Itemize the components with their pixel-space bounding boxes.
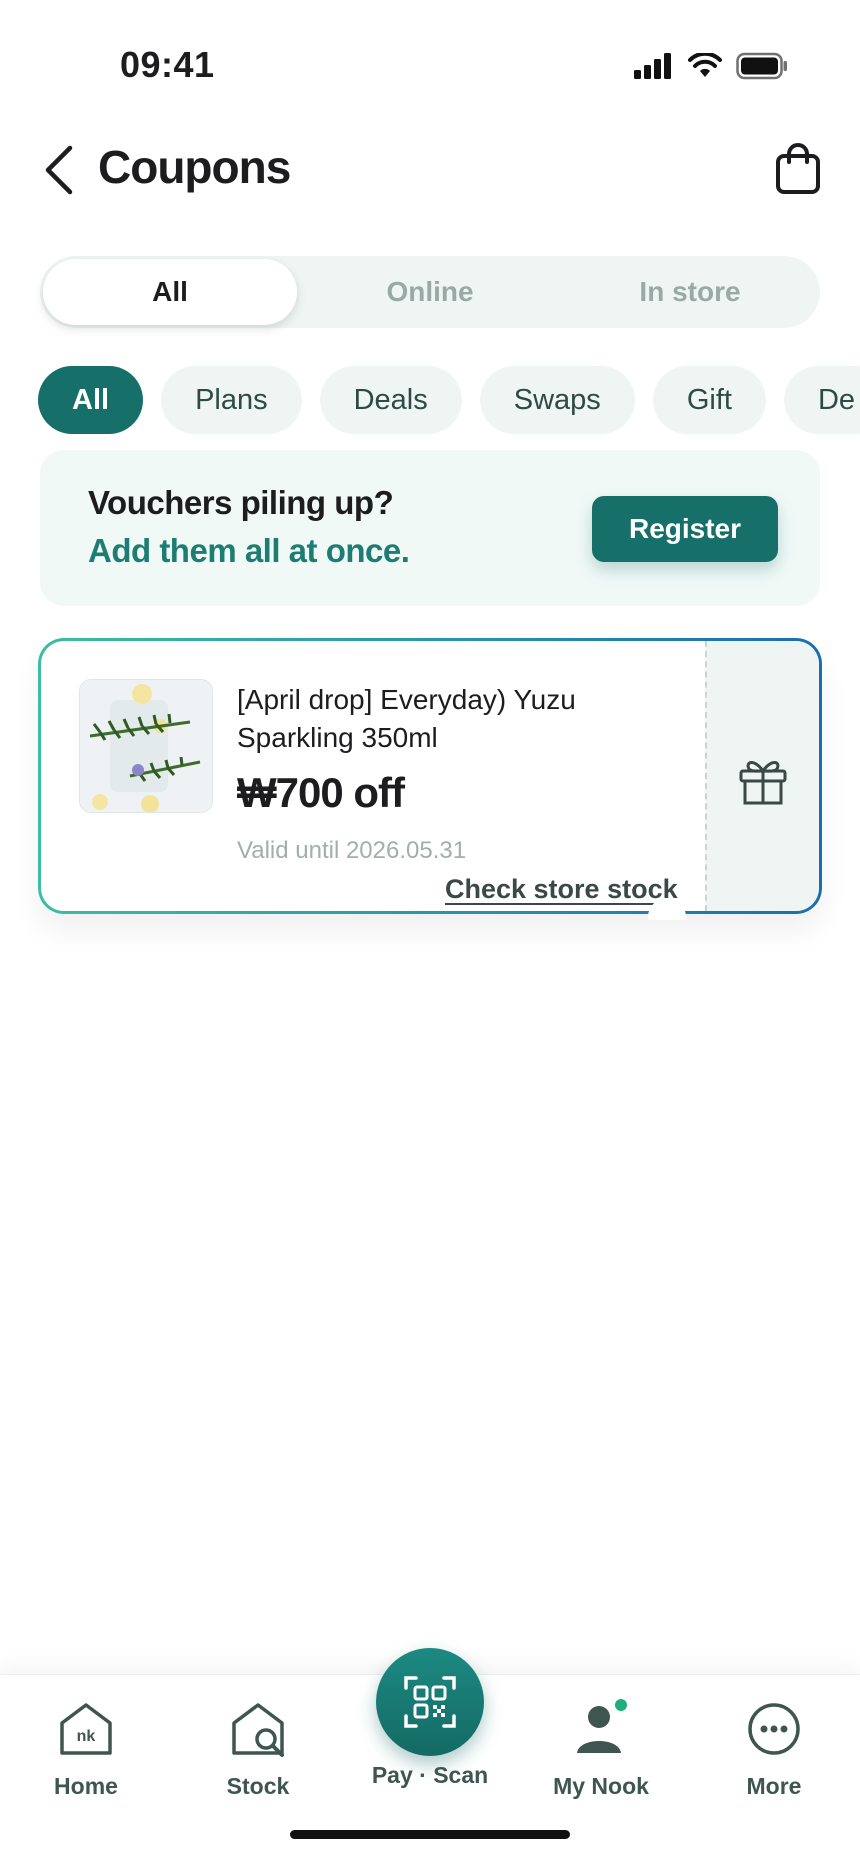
- segment-all[interactable]: All: [43, 259, 297, 325]
- chip-plans[interactable]: Plans: [161, 366, 302, 434]
- category-chips: All Plans Deals Swaps Gift De: [38, 366, 860, 434]
- channel-segmented-control: All Online In store: [40, 256, 820, 328]
- chip-gift[interactable]: Gift: [652, 366, 766, 434]
- nav-more-label: More: [746, 1773, 802, 1799]
- nav-stock-label: Stock: [226, 1773, 290, 1799]
- signal-icon: [634, 53, 671, 79]
- coupon-stub: [705, 641, 819, 911]
- coupon-product-name: [April drop] Everyday) Yuzu Sparkling 35…: [237, 684, 576, 753]
- chip-swaps[interactable]: Swaps: [479, 366, 635, 434]
- status-icons: [634, 52, 788, 80]
- nav-home-label: Home: [54, 1773, 118, 1799]
- nav-my-nook[interactable]: My Nook: [536, 1699, 666, 1800]
- segment-in-store[interactable]: In store: [563, 259, 817, 325]
- nav-stock[interactable]: Stock: [193, 1699, 323, 1800]
- pay-scan-label: Pay · Scan: [371, 1762, 489, 1788]
- home-icon: nk: [60, 1703, 112, 1755]
- qr-scan-icon: [404, 1676, 456, 1728]
- check-store-stock-link[interactable]: Check store stock: [445, 875, 678, 905]
- pay-scan-button[interactable]: [376, 1648, 484, 1756]
- coupon-validity: Valid until 2026.05.31: [237, 837, 467, 864]
- home-indicator: [290, 1830, 570, 1839]
- chip-more-partial[interactable]: De: [783, 366, 860, 434]
- svg-text:nk: nk: [77, 1728, 96, 1745]
- banner-subline: Add them all at once.: [88, 532, 410, 569]
- status-time: 09:41: [120, 44, 215, 85]
- coupon-discount: ₩700 off: [237, 769, 405, 816]
- chip-deals[interactable]: Deals: [319, 366, 462, 434]
- nav-more[interactable]: More: [709, 1699, 839, 1800]
- nav-home[interactable]: nk Home: [21, 1699, 151, 1800]
- product-thumbnail: [79, 679, 213, 813]
- drink-image: [80, 680, 212, 812]
- back-chevron-icon[interactable]: [40, 144, 80, 196]
- banner-headline: Vouchers piling up?: [88, 484, 394, 521]
- battery-icon: [736, 52, 787, 80]
- segment-online[interactable]: Online: [303, 259, 557, 325]
- nav-my-nook-label: My Nook: [553, 1773, 649, 1799]
- store-search-icon: [232, 1703, 284, 1757]
- coupon-card[interactable]: [April drop] Everyday) Yuzu Sparkling 35…: [38, 638, 822, 914]
- notification-dot: [615, 1699, 627, 1711]
- chip-all[interactable]: All: [38, 366, 144, 434]
- register-voucher-banner: Vouchers piling up? Add them all at once…: [40, 450, 820, 606]
- wifi-icon: [688, 53, 722, 77]
- shopping-bag-icon[interactable]: [774, 142, 822, 194]
- register-button[interactable]: Register: [592, 496, 778, 562]
- coupon-notch-top: [648, 0, 686, 16]
- more-icon: [748, 1703, 800, 1755]
- profile-icon: [577, 1699, 627, 1753]
- page-title: Coupons: [98, 141, 291, 193]
- gift-icon[interactable]: [735, 751, 791, 807]
